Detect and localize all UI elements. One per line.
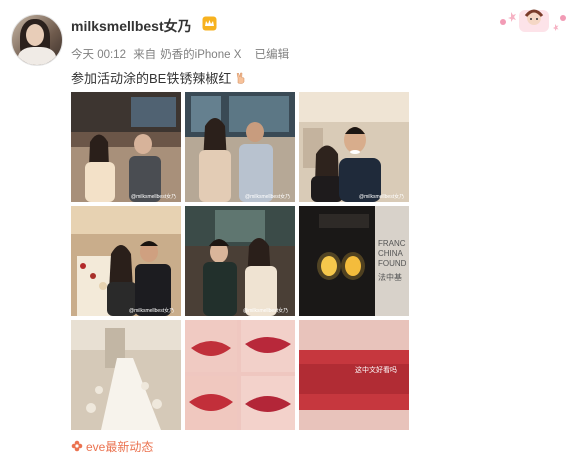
topic-link[interactable]: eve最新动态: [71, 438, 153, 455]
photo-4-watermark: @milksmellbest女乃: [129, 307, 174, 314]
flower-icon: [71, 440, 83, 452]
post-source[interactable]: 奶香的iPhone X: [160, 49, 241, 61]
photo-9[interactable]: 这中文好看吗: [299, 320, 409, 430]
swatch-caption: 这中文好看吗: [355, 365, 397, 374]
vip-crown-icon[interactable]: [202, 16, 217, 31]
post-text-content: 参加活动涂的BE铁锈辣椒红: [71, 71, 232, 86]
post-time[interactable]: 今天 00:12: [71, 49, 126, 61]
photo-7[interactable]: [71, 320, 181, 430]
photo-2[interactable]: @milksmellbest女乃: [185, 92, 295, 202]
photo-5[interactable]: @milksmellbest女乃: [185, 206, 295, 316]
photo-grid: @milksmellbest女乃 @milksmellbest女乃 @milks…: [71, 92, 409, 430]
photo-1[interactable]: @milksmellbest女乃: [71, 92, 181, 202]
weibo-post-card: milksmellbest女乃 今天 00:12 来自 奶香的iPhone X 已…: [0, 0, 584, 467]
peace-hand-icon: [236, 72, 245, 84]
photo-8[interactable]: [185, 320, 295, 430]
decorative-sticker: [500, 9, 566, 32]
photo-4[interactable]: @milksmellbest女乃: [71, 206, 181, 316]
photo-6[interactable]: FRANC CHINA FOUND 法中基: [299, 206, 409, 316]
photo-2-watermark: @milksmellbest女乃: [245, 193, 290, 200]
photo-3-watermark: @milksmellbest女乃: [359, 193, 404, 200]
post-meta: 今天 00:12 来自 奶香的iPhone X 已编辑: [71, 46, 293, 62]
edited-label[interactable]: 已编辑: [255, 49, 290, 61]
user-avatar[interactable]: [11, 14, 63, 66]
post-username[interactable]: milksmellbest女乃: [71, 16, 192, 36]
post-text: 参加活动涂的BE铁锈辣椒红: [71, 68, 247, 87]
source-prefix: 来自: [133, 49, 157, 61]
topic-label: eve最新动态: [86, 440, 154, 454]
photo-1-watermark: @milksmellbest女乃: [131, 193, 176, 200]
photo-3[interactable]: @milksmellbest女乃: [299, 92, 409, 202]
photo-5-watermark: @milksmellbest女乃: [243, 307, 288, 314]
